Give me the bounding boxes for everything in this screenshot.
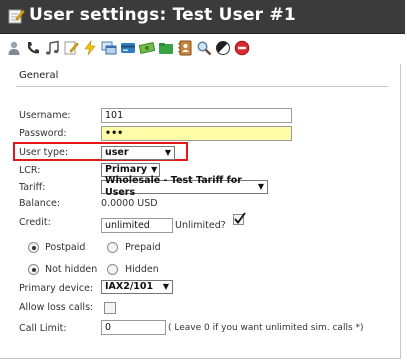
primary-device-select[interactable]: IAX2/101 ▼ — [101, 280, 173, 294]
unlimited-checkbox[interactable] — [233, 212, 246, 225]
primary-device-label: Primary device: — [19, 283, 94, 294]
music-note-icon[interactable] — [44, 40, 60, 56]
username-input[interactable]: 101 — [101, 108, 292, 123]
password-label: Password: — [19, 128, 67, 139]
delete-icon[interactable] — [234, 40, 250, 56]
lcr-label: LCR: — [19, 165, 41, 176]
tariff-value: Wholesale - Test Tariff for Users — [105, 175, 242, 198]
search-icon[interactable] — [196, 40, 212, 56]
credit-input[interactable]: unlimited — [101, 218, 173, 233]
half-circle-icon[interactable] — [215, 40, 231, 56]
postpaid-radio[interactable] — [28, 242, 39, 253]
phone-icon[interactable] — [25, 40, 41, 56]
unlimited-label: Unlimited? — [175, 220, 226, 231]
edit-icon[interactable] — [63, 40, 79, 56]
section-divider — [16, 86, 388, 87]
allow-loss-calls-label: Allow loss calls: — [19, 302, 94, 313]
title-bar: User settings: Test User #1 — [0, 0, 405, 34]
user-type-label: User type: — [19, 147, 69, 158]
password-input[interactable]: ••• — [101, 126, 292, 141]
prepaid-radio[interactable] — [107, 242, 118, 253]
not-hidden-radio[interactable] — [28, 264, 39, 275]
balance-value: 0.0000 USD — [101, 198, 158, 209]
tariff-select[interactable]: Wholesale - Test Tariff for Users ▼ — [101, 175, 268, 198]
call-limit-input[interactable]: 0 — [101, 320, 166, 335]
prepaid-label: Prepaid — [125, 242, 161, 253]
hidden-label: Hidden — [125, 264, 159, 275]
credit-label: Credit: — [19, 217, 51, 228]
money-icon[interactable] — [139, 40, 155, 56]
user-icon[interactable] — [6, 40, 22, 56]
primary-device-value: IAX2/101 — [105, 281, 154, 292]
postpaid-label: Postpaid — [45, 242, 86, 253]
lightning-icon[interactable] — [82, 40, 98, 56]
page-title: User settings: Test User #1 — [29, 5, 296, 25]
chevron-down-icon: ▼ — [257, 182, 264, 191]
edit-note-icon — [8, 9, 25, 24]
contacts-book-icon[interactable] — [177, 40, 193, 56]
call-limit-note: ( Leave 0 if you want unlimited sim. cal… — [168, 323, 364, 333]
chevron-down-icon: ▼ — [164, 148, 171, 157]
user-type-value: user — [105, 147, 129, 158]
user-type-select[interactable]: user ▼ — [101, 146, 175, 160]
hidden-radio[interactable] — [107, 264, 118, 275]
allow-loss-calls-checkbox[interactable] — [104, 302, 116, 314]
windows-icon[interactable] — [101, 40, 117, 56]
not-hidden-label: Not hidden — [45, 264, 98, 275]
username-label: Username: — [19, 110, 71, 121]
action-toolbar — [6, 40, 250, 58]
section-title-general: General — [19, 70, 59, 81]
call-limit-label: Call Limit: — [19, 323, 67, 334]
balance-label: Balance: — [19, 198, 61, 209]
folder-icon[interactable] — [158, 40, 174, 56]
cards-icon[interactable] — [120, 40, 136, 56]
chevron-down-icon: ▼ — [162, 282, 169, 291]
tariff-label: Tariff: — [19, 182, 46, 193]
